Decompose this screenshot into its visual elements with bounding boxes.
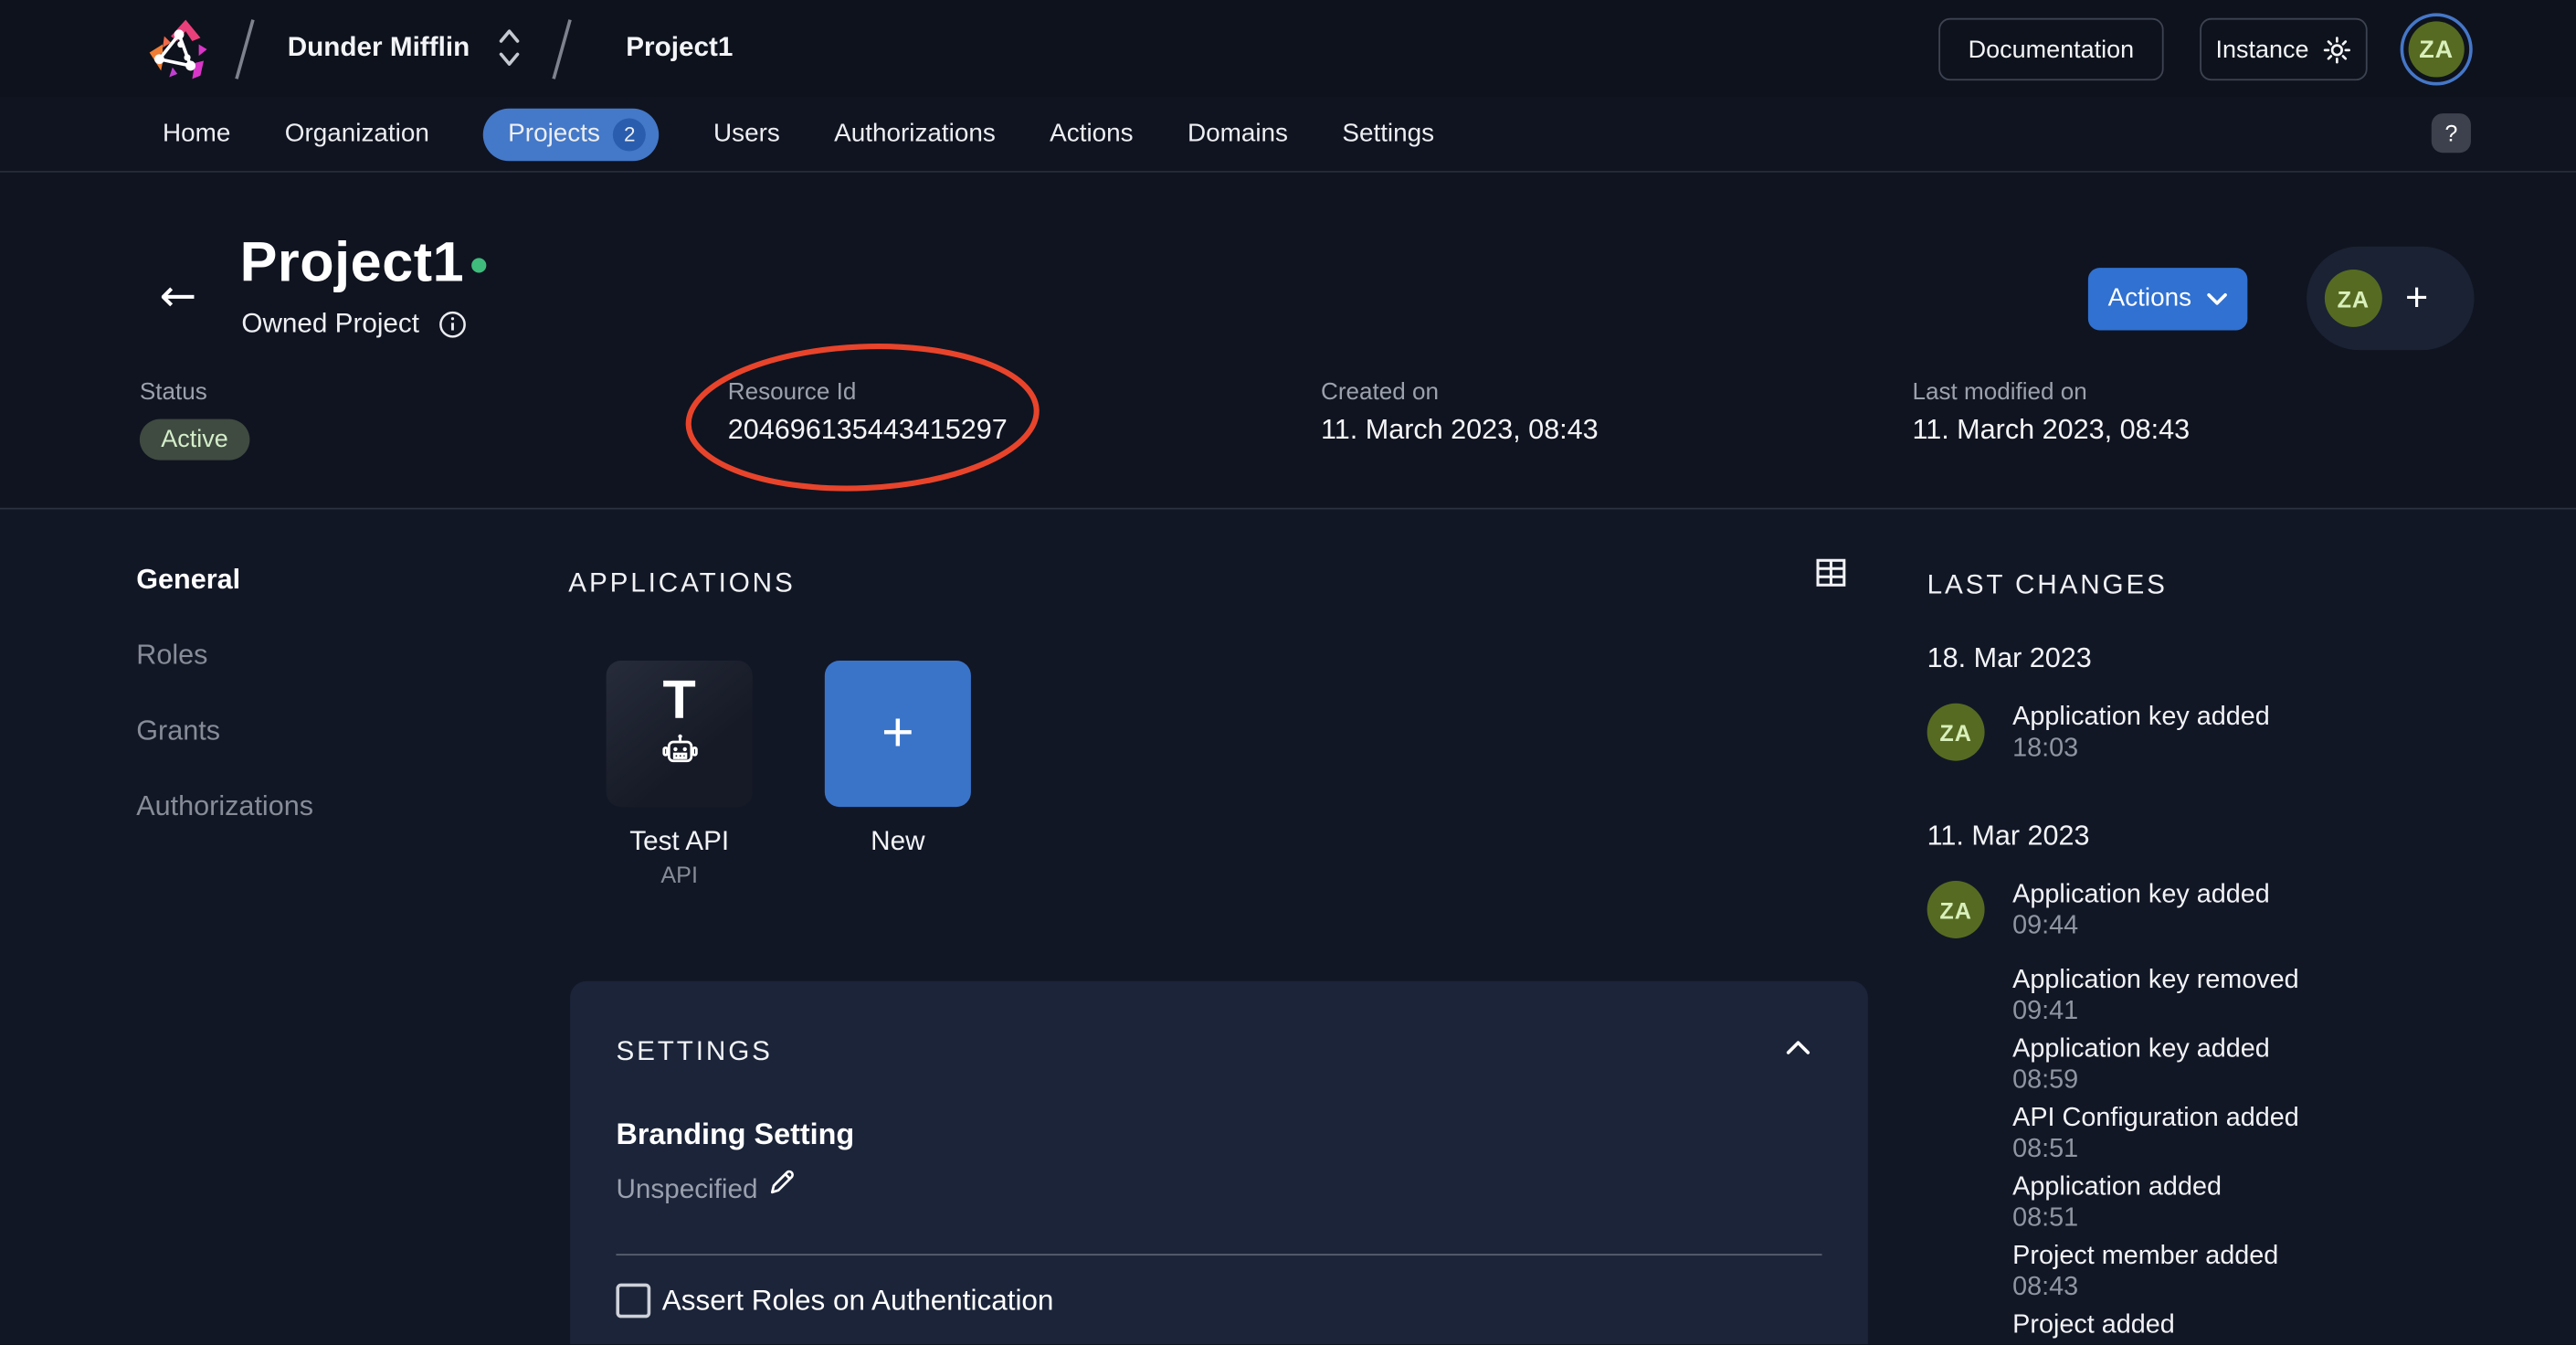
sidebar-item-roles[interactable]: Roles [136,640,207,672]
user-avatar[interactable]: ZA [2401,13,2473,85]
plus-icon: + [882,702,914,766]
edit-icon[interactable] [765,1165,798,1198]
tab-projects-label: Projects [508,119,600,148]
assert-roles-label[interactable]: Assert Roles on Authentication [662,1284,1054,1319]
new-app-label: New [825,827,971,858]
change-time: 18:03 [2012,735,2078,764]
last-modified-value: 11. March 2023, 08:43 [1912,414,2190,447]
sidebar-item-authorizations[interactable]: Authorizations [136,790,313,823]
zitadel-console: Dunder Mifflin Project1 Documentation In… [0,0,2576,1344]
table-view-icon[interactable] [1814,556,1849,590]
help-button[interactable]: ? [2432,113,2471,153]
last-modified-label: Last modified on [1912,379,2086,406]
add-member-button[interactable]: + [2405,279,2428,318]
settings-heading: SETTINGS [616,1037,772,1068]
chevron-down-icon [2206,292,2227,305]
branding-setting-value: Unspecified [616,1175,757,1206]
project-header: ← Project1 Owned Project Actions ZA [0,173,2576,510]
chevron-up-icon[interactable] [1786,1040,1811,1054]
tab-settings[interactable]: Settings [1342,119,1434,148]
change-time: 08:59 [2012,1066,2078,1096]
app-card-test-api[interactable]: T [607,661,753,807]
user-avatar-initials: ZA [2409,21,2465,77]
change-time: 09:41 [2012,998,2078,1027]
tab-projects[interactable]: Projects 2 [483,108,659,161]
tab-authorizations[interactable]: Authorizations [834,119,996,148]
project-type-label: Owned Project [241,309,419,340]
active-status-dot [471,258,486,272]
robot-icon [607,733,753,769]
change-time: 08:43 [2012,1274,2078,1303]
change-title: Application key added [2012,881,2270,910]
tab-users[interactable]: Users [713,119,780,148]
settings-card: SETTINGS Branding Setting Unspecified As… [570,981,1868,1344]
documentation-button-label: Documentation [1969,36,2134,64]
info-icon[interactable] [439,311,468,339]
change-date: 11. Mar 2023 [1927,820,2090,853]
tab-organization[interactable]: Organization [285,119,429,148]
status-label: Status [140,379,207,406]
instance-button-label: Instance [2216,36,2309,64]
org-switcher-icon[interactable] [496,26,523,69]
change-date: 18. Mar 2023 [1927,642,2092,675]
instance-button[interactable]: Instance [2200,18,2367,80]
change-time: 09:44 [2012,912,2078,941]
project-members-pill[interactable]: ZA + [2307,247,2474,350]
actions-button[interactable]: Actions [2088,268,2247,330]
tab-domains[interactable]: Domains [1188,119,1288,148]
change-title: Application key removed [2012,967,2299,996]
back-arrow-icon[interactable]: ← [159,271,196,323]
documentation-button[interactable]: Documentation [1938,18,2163,80]
applications-heading: APPLICATIONS [568,568,795,599]
tab-home[interactable]: Home [163,119,230,148]
project-content: General Roles Grants Authorizations APPL… [0,510,2576,1345]
zitadel-logo-icon[interactable] [142,13,217,85]
sidebar-item-general[interactable]: General [136,564,240,597]
new-app-button[interactable]: + [825,661,971,807]
change-avatar: ZA [1927,704,1985,761]
change-title: Application added [2012,1173,2222,1202]
branding-setting-label: Branding Setting [616,1117,854,1152]
created-on-label: Created on [1321,379,1439,406]
change-avatar: ZA [1927,881,1985,938]
member-avatar: ZA [2325,270,2382,327]
sidebar-item-grants[interactable]: Grants [136,715,220,747]
last-changes-heading: LAST CHANGES [1927,570,2168,601]
settings-divider [616,1254,1821,1255]
status-badge: Active [140,419,249,461]
breadcrumb-slash-icon [232,16,259,82]
org-switcher[interactable]: Dunder Mifflin [288,33,470,64]
app-type: API [607,861,753,887]
app-name: Test API [607,827,753,858]
resource-id-label: Resource Id [728,379,857,406]
app-initial: T [607,671,753,730]
breadcrumb-slash-icon [549,16,575,82]
change-title: Application key added [2012,1035,2270,1064]
top-bar: Dunder Mifflin Project1 Documentation In… [0,0,2576,97]
gear-icon [2324,36,2352,64]
created-on-value: 11. March 2023, 08:43 [1321,414,1599,447]
change-title: Application key added [2012,704,2270,733]
assert-roles-checkbox[interactable] [616,1284,650,1319]
change-time: 08:43 [2012,1342,2078,1344]
change-title: API Configuration added [2012,1105,2299,1134]
breadcrumb-project[interactable]: Project1 [626,33,733,64]
projects-count-badge: 2 [613,118,646,151]
change-title: Project member added [2012,1243,2278,1272]
tab-actions[interactable]: Actions [1050,119,1133,148]
change-time: 08:51 [2012,1204,2078,1234]
actions-button-label: Actions [2108,284,2191,313]
page-title: Project1 [240,232,465,296]
change-time: 08:51 [2012,1136,2078,1165]
change-title: Project added [2012,1311,2175,1340]
resource-id-value: 204696135443415297 [728,414,1008,447]
main-nav: Home Organization Projects 2 Users Autho… [0,97,2576,173]
